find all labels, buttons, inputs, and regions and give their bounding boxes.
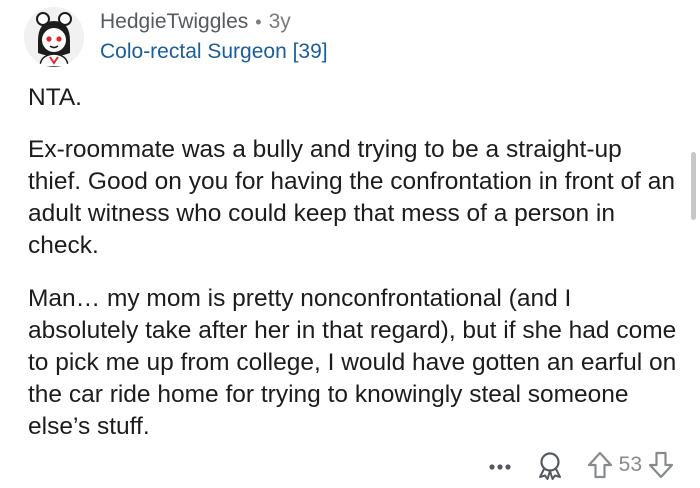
downvote-arrow-icon (648, 451, 674, 479)
award-icon (538, 452, 561, 480)
upvote-button[interactable] (587, 450, 613, 480)
comment-header: HedgieTwiggles • 3y Colo-rectal Surgeon … (24, 6, 328, 68)
award-button[interactable] (535, 450, 565, 480)
more-options-button[interactable] (487, 450, 513, 480)
separator-dot: • (255, 12, 262, 32)
username-link[interactable]: HedgieTwiggles (100, 9, 248, 35)
more-dots-icon (489, 464, 511, 470)
avatar-illustration (24, 7, 84, 67)
scrollbar[interactable] (691, 152, 696, 220)
downvote-button[interactable] (648, 450, 674, 480)
comment-age: 3y (268, 10, 291, 33)
author-line: HedgieTwiggles • 3y (100, 9, 328, 35)
comment-paragraph: Man… my mom is pretty nonconfrontational… (28, 285, 677, 440)
user-flair: Colo-rectal Surgeon [39] (100, 40, 328, 63)
comment-screen: HedgieTwiggles • 3y Colo-rectal Surgeon … (0, 0, 700, 488)
upvote-arrow-icon (587, 451, 612, 479)
comment-meta: HedgieTwiggles • 3y Colo-rectal Surgeon … (100, 9, 328, 65)
avatar[interactable] (24, 7, 84, 67)
comment-action-bar: 53 (487, 448, 674, 482)
comment-body: NTA. Ex-roommate was a bully and trying … (28, 82, 678, 443)
comment-paragraph: NTA. (28, 84, 82, 111)
vote-score: 53 (618, 453, 642, 476)
comment-paragraph: Ex-roommate was a bully and trying to be… (28, 136, 675, 259)
